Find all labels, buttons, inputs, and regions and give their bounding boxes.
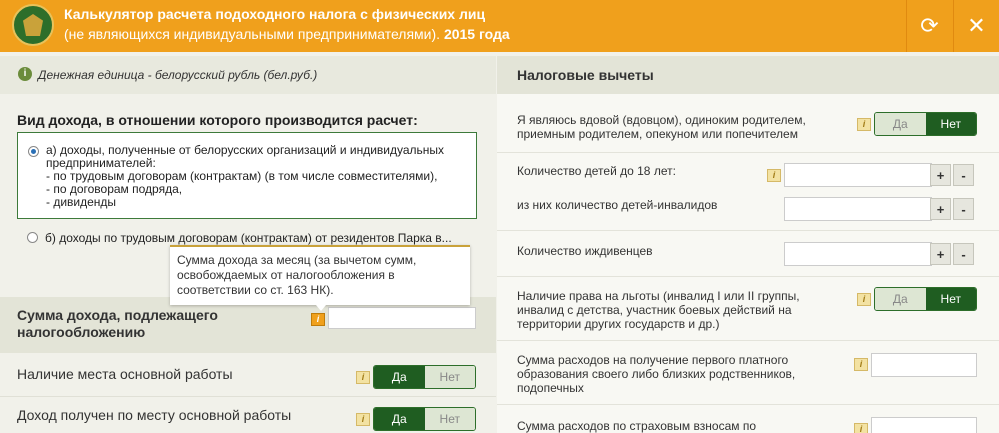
refresh-button[interactable]: ⟳ — [906, 0, 952, 52]
info-icon[interactable]: i — [857, 293, 871, 306]
income-sum-label: Сумма дохода, подлежащего налогообложени… — [17, 307, 218, 340]
widow-label: Я являюсь вдовой (вдовцом), одиноким род… — [517, 113, 806, 141]
main-work-label: Наличие места основной работы — [17, 366, 233, 382]
divider — [497, 152, 999, 153]
close-icon: ✕ — [967, 13, 986, 38]
income-sum-input[interactable] — [328, 307, 476, 329]
main-work-no[interactable]: Нет — [424, 366, 475, 388]
main-work-toggle[interactable]: Да Нет — [373, 365, 476, 389]
tax-deductions-panel: Я являюсь вдовой (вдовцом), одиноким род… — [497, 94, 999, 433]
disabled-children-plus-button[interactable]: + — [930, 198, 951, 220]
info-icon[interactable]: i — [356, 413, 370, 426]
info-icon[interactable]: i — [857, 118, 871, 131]
dependents-plus-button[interactable]: + — [930, 243, 951, 265]
income-option-a[interactable]: а) доходы, полученные от белорусских орг… — [17, 132, 477, 219]
emblem-logo — [12, 4, 54, 46]
dependents-minus-button[interactable]: - — [953, 243, 974, 265]
disabled-children-minus-button[interactable]: - — [953, 198, 974, 220]
income-sum-tooltip: Сумма дохода за месяц (за вычетом сумм, … — [170, 245, 470, 305]
income-option-b-radio[interactable] — [27, 232, 38, 243]
income-sum-row: Сумма дохода, подлежащего налогообложени… — [0, 297, 496, 353]
education-expenses-label: Сумма расходов на получение первого плат… — [517, 353, 796, 395]
children-minus-button[interactable]: - — [953, 164, 974, 186]
currency-note: Денежная единица - белорусский рубль (бе… — [38, 68, 318, 82]
disabled-children-label: из них количество детей-инвалидов — [517, 198, 718, 212]
divider — [497, 340, 999, 341]
info-icon[interactable]: i — [767, 169, 781, 182]
main-work-income-toggle[interactable]: Да Нет — [373, 407, 476, 431]
income-option-b-label: б) доходы по трудовым договорам (контрак… — [45, 231, 452, 245]
income-type-title: Вид дохода, в отношении которого произво… — [17, 112, 418, 128]
tax-deductions-header: Налоговые вычеты — [497, 56, 999, 94]
main-work-income-label: Доход получен по месту основной работы — [17, 407, 292, 423]
dependents-stepper: + - — [930, 243, 974, 265]
widow-no[interactable]: Нет — [925, 113, 976, 135]
benefits-yes[interactable]: Да — [875, 288, 926, 310]
children-count-stepper: + - — [930, 164, 974, 186]
disabled-children-stepper: + - — [930, 198, 974, 220]
app-title: Калькулятор расчета подоходного налога с… — [64, 6, 486, 22]
tooltip-arrow — [316, 305, 326, 311]
divider — [497, 404, 999, 405]
currency-note-bar: i Денежная единица - белорусский рубль (… — [0, 56, 496, 94]
widow-yes[interactable]: Да — [875, 113, 926, 135]
disabled-children-input[interactable] — [784, 197, 932, 221]
divider — [497, 276, 999, 277]
insurance-expenses-label: Сумма расходов по страховым взносам по — [517, 419, 756, 433]
app-header: Калькулятор расчета подоходного налога с… — [0, 0, 999, 52]
refresh-icon: ⟳ — [920, 13, 939, 38]
children-plus-button[interactable]: + — [930, 164, 951, 186]
close-button[interactable]: ✕ — [953, 0, 999, 52]
insurance-expenses-input[interactable] — [871, 417, 977, 433]
main-work-income-no[interactable]: Нет — [424, 408, 475, 430]
divider — [497, 230, 999, 231]
benefits-label: Наличие права на льготы (инвалид I или I… — [517, 289, 800, 331]
divider — [0, 396, 496, 397]
info-icon[interactable]: i — [854, 423, 868, 433]
app-subtitle: (не являющихся индивидуальными предприни… — [64, 26, 510, 42]
main-work-income-yes[interactable]: Да — [374, 408, 425, 430]
children-count-label: Количество детей до 18 лет: — [517, 164, 676, 178]
benefits-toggle[interactable]: Да Нет — [874, 287, 977, 311]
children-count-input[interactable] — [784, 163, 932, 187]
education-expenses-input[interactable] — [871, 353, 977, 377]
info-icon[interactable]: i — [311, 313, 325, 326]
info-icon[interactable]: i — [854, 358, 868, 371]
info-icon[interactable]: i — [356, 371, 370, 384]
main-work-yes[interactable]: Да — [374, 366, 425, 388]
info-circle-icon: i — [18, 67, 32, 81]
income-option-a-label: а) доходы, полученные от белорусских орг… — [46, 143, 445, 209]
dependents-input[interactable] — [784, 242, 932, 266]
dependents-label: Количество иждивенцев — [517, 244, 653, 258]
benefits-no[interactable]: Нет — [925, 288, 976, 310]
widow-toggle[interactable]: Да Нет — [874, 112, 977, 136]
income-option-a-radio[interactable] — [28, 146, 39, 157]
tax-deductions-title: Налоговые вычеты — [517, 67, 654, 83]
